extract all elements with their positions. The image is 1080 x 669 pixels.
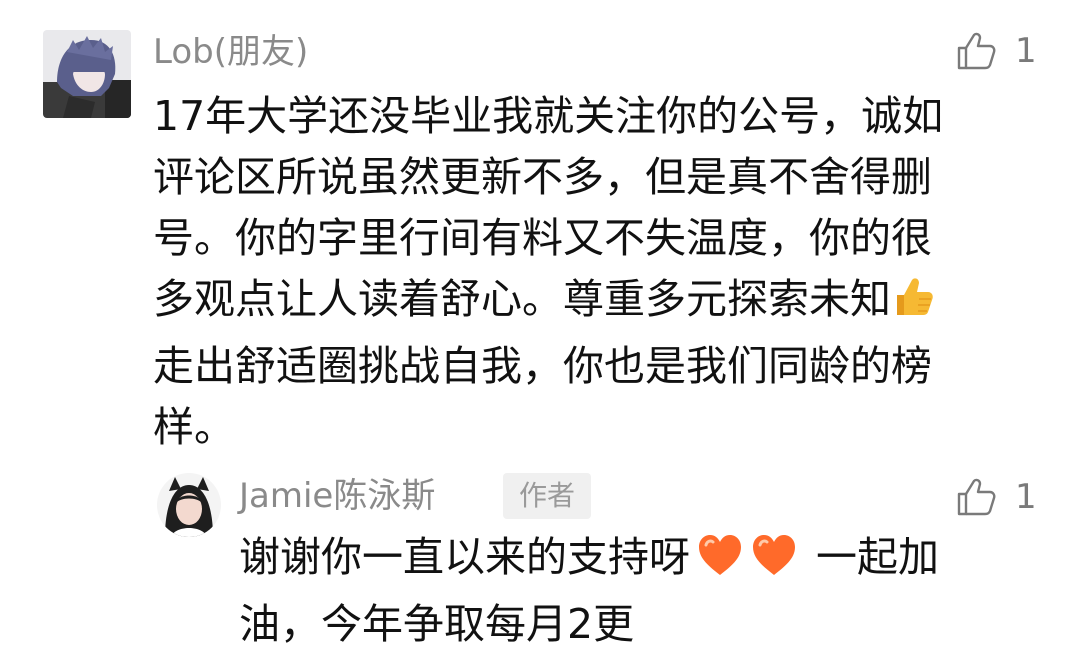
- reply-like-button[interactable]: 1: [955, 473, 1037, 521]
- reply-author-name[interactable]: Jamie陈泳斯: [239, 472, 435, 520]
- reply-body: 谢谢你一直以来的支持呀 一起加 油，今年争取每月2更: [239, 527, 1039, 655]
- orange-heart-icon: [750, 533, 798, 594]
- thumbs-up-outline-icon: [957, 32, 996, 70]
- comment-line: 17年大学还没毕业我就关注你的公号，诚如: [153, 92, 944, 140]
- reply-avatar[interactable]: [157, 473, 221, 537]
- user-avatar[interactable]: [43, 30, 131, 118]
- comment-author-name[interactable]: Lob(朋友): [153, 28, 308, 76]
- reply-line-text: 一起加: [816, 533, 939, 581]
- like-count: 1: [1015, 31, 1037, 71]
- comment-line: 样。: [153, 403, 235, 451]
- thumbs-up-outline-icon: [957, 478, 996, 516]
- comment-line: 评论区所说虽然更新不多，但是真不舍得删: [153, 153, 932, 201]
- comment-line: 号。你的字里行间有料又不失温度，你的很: [153, 214, 932, 262]
- reply-line-with-emoji: 谢谢你一直以来的支持呀 一起加: [239, 527, 1039, 594]
- comment-line-with-emoji: 多观点让人读着舒心。尊重多元探索未知: [153, 269, 1023, 336]
- comment-line-text: 多观点让人读着舒心。尊重多元探索未知: [153, 275, 891, 323]
- reply-like-count: 1: [1015, 477, 1037, 517]
- avatar-icon: [157, 473, 221, 537]
- reply-line-text: 谢谢你一直以来的支持呀: [239, 533, 690, 581]
- like-button[interactable]: 1: [955, 27, 1037, 75]
- comment-line: 走出舒适圈挑战自我，你也是我们同龄的榜: [153, 342, 932, 390]
- avatar-icon: [43, 30, 131, 118]
- comment-body: 17年大学还没毕业我就关注你的公号，诚如 评论区所说虽然更新不多，但是真不舍得删…: [153, 86, 1023, 458]
- comment-thread: Lob(朋友) 1 17年大学还没毕业我就关注你的公号，诚如 评论区所说虽然更新…: [0, 0, 1080, 669]
- author-badge: 作者: [503, 473, 591, 519]
- thumbs-up-icon: [891, 275, 935, 336]
- orange-heart-icon: [696, 533, 744, 594]
- reply-line: 油，今年争取每月2更: [239, 600, 635, 648]
